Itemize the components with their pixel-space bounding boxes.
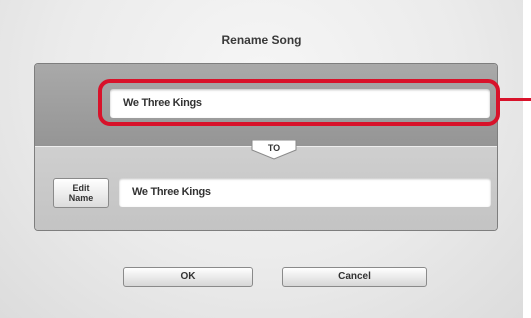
new-name-field[interactable]: We Three Kings — [119, 178, 491, 207]
edit-name-label-line1: Edit — [72, 183, 90, 193]
page: Rename Song We Three Kings TO Edit Name … — [0, 0, 531, 318]
edit-name-label-line2: Name — [68, 193, 94, 203]
cancel-button[interactable]: Cancel — [282, 267, 427, 287]
edit-name-button[interactable]: Edit Name — [53, 178, 109, 208]
rename-song-dialog: Rename Song We Three Kings TO Edit Name … — [0, 0, 523, 318]
callout-line — [500, 98, 531, 101]
dialog-title: Rename Song — [221, 33, 302, 47]
to-label: TO — [267, 143, 281, 153]
callout-highlight-frame — [98, 79, 500, 126]
ok-button[interactable]: OK — [123, 267, 253, 287]
